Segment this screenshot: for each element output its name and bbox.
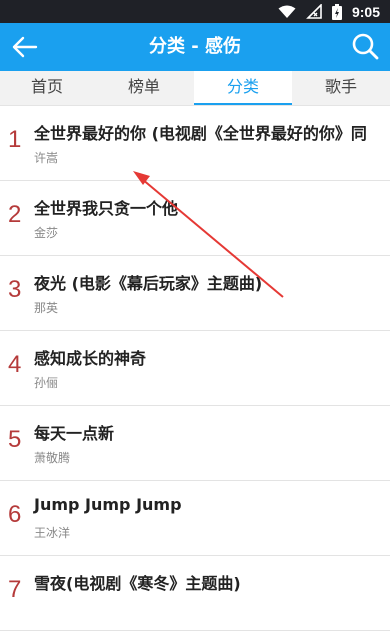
song-artist: 萧敬腾 bbox=[34, 451, 71, 465]
search-icon[interactable] bbox=[350, 31, 380, 61]
song-artist: 金莎 bbox=[34, 226, 59, 240]
page-title: 分类 - 感伤 bbox=[148, 36, 241, 57]
status-icons: 9:05 bbox=[278, 0, 380, 23]
song-rank: 4 bbox=[8, 351, 22, 378]
wifi-icon bbox=[278, 5, 296, 18]
song-row[interactable]: 7 雪夜(电视剧《寒冬》主题曲) bbox=[0, 556, 390, 631]
song-title: 感知成长的神奇 bbox=[34, 349, 147, 368]
tab-categories[interactable]: 分类 bbox=[194, 71, 292, 105]
song-rank: 1 bbox=[8, 126, 22, 153]
song-title: 全世界最好的你 (电视剧《全世界最好的你》同 bbox=[34, 124, 367, 143]
status-time: 9:05 bbox=[351, 3, 380, 20]
song-rank: 5 bbox=[8, 426, 22, 453]
song-row[interactable]: 1 全世界最好的你 (电视剧《全世界最好的你》同 许嵩 bbox=[0, 106, 390, 181]
status-bar: 9:05 bbox=[0, 0, 390, 23]
song-list: 1 全世界最好的你 (电视剧《全世界最好的你》同 许嵩 2 全世界我只贪一个他 … bbox=[0, 106, 390, 631]
song-rank: 2 bbox=[8, 201, 22, 228]
song-title: 雪夜(电视剧《寒冬》主题曲) bbox=[34, 574, 241, 593]
tab-bar: 首页 榜单 分类 歌手 bbox=[0, 71, 390, 106]
song-rank: 6 bbox=[8, 501, 22, 528]
battery-icon bbox=[331, 3, 342, 20]
song-title: 夜光 (电影《幕后玩家》主题曲) bbox=[34, 274, 263, 293]
song-title: 全世界我只贪一个他 bbox=[34, 199, 179, 218]
song-artist: 那英 bbox=[34, 301, 59, 315]
song-row[interactable]: 3 夜光 (电影《幕后玩家》主题曲) 那英 bbox=[0, 256, 390, 331]
tab-charts[interactable]: 榜单 bbox=[94, 71, 194, 105]
app-bar: 分类 - 感伤 bbox=[0, 23, 390, 71]
song-artist: 孙俪 bbox=[34, 376, 59, 390]
signal-off-icon bbox=[306, 4, 322, 19]
song-artist: 许嵩 bbox=[34, 151, 59, 165]
tab-singers[interactable]: 歌手 bbox=[292, 71, 390, 105]
song-title: Jump Jump Jump bbox=[34, 495, 182, 514]
song-rank: 3 bbox=[8, 276, 22, 303]
song-title: 每天一点新 bbox=[34, 424, 115, 443]
song-row[interactable]: 5 每天一点新 萧敬腾 bbox=[0, 406, 390, 481]
tab-home[interactable]: 首页 bbox=[0, 71, 94, 105]
song-row[interactable]: 4 感知成长的神奇 孙俪 bbox=[0, 331, 390, 406]
song-row[interactable]: 2 全世界我只贪一个他 金莎 bbox=[0, 181, 390, 256]
song-row[interactable]: 6 Jump Jump Jump 王冰洋 bbox=[0, 481, 390, 556]
song-artist: 王冰洋 bbox=[34, 526, 71, 540]
